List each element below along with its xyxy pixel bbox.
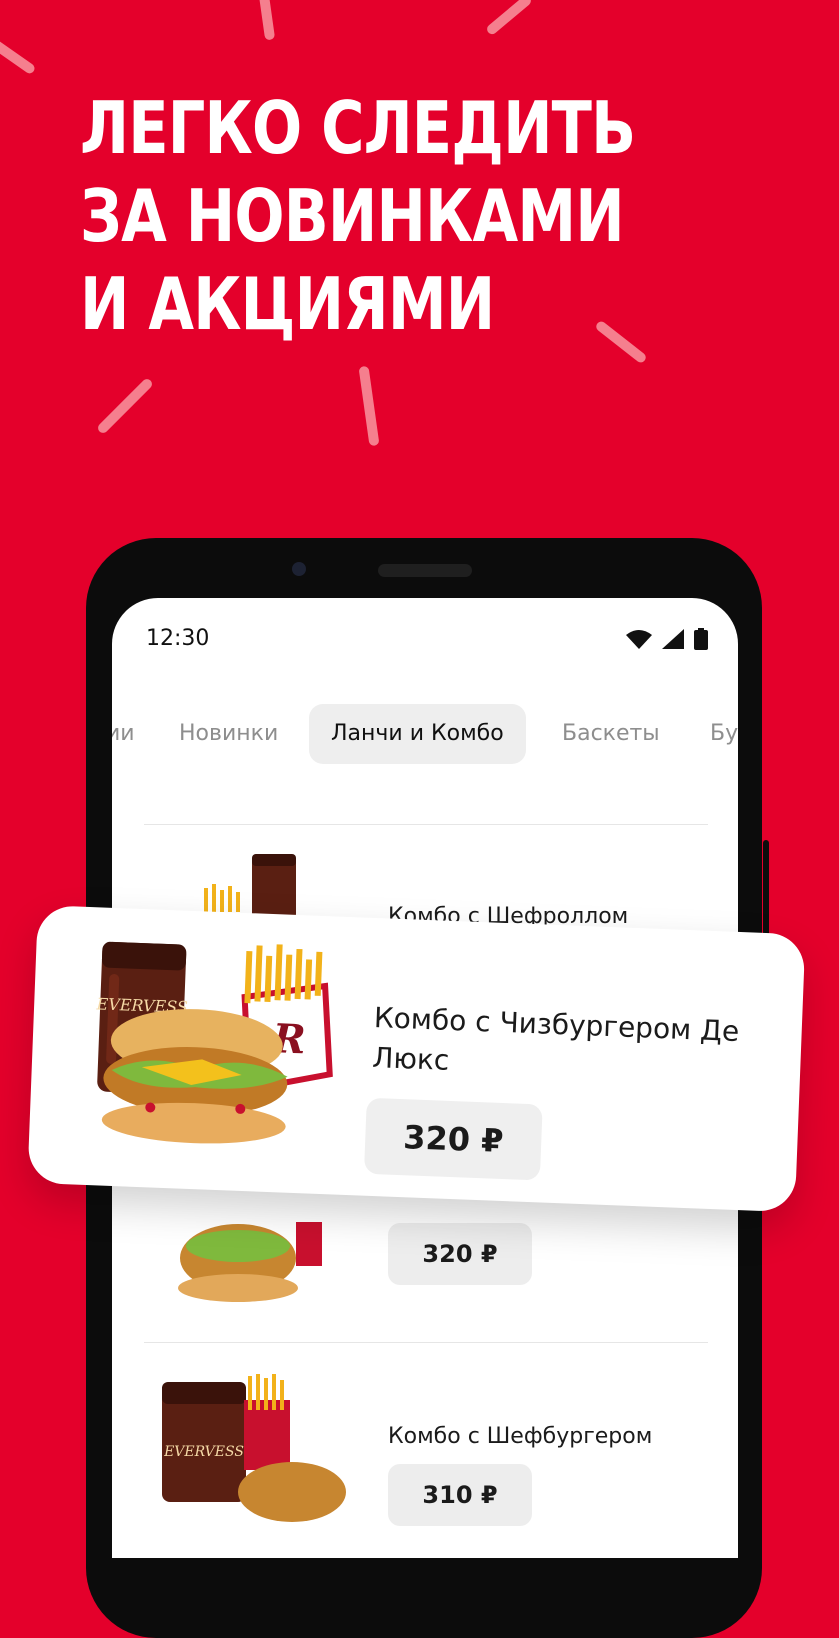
signal-icon <box>662 629 684 649</box>
headline-line: ЛЕГКО СЛЕДИТЬ <box>80 86 636 170</box>
item-title: Комбо с Шефбургером <box>388 1424 653 1449</box>
confetti-strip <box>96 377 154 435</box>
item-price[interactable]: 310 ₽ <box>388 1464 532 1526</box>
front-camera <box>292 562 306 576</box>
earpiece-speaker <box>378 564 472 577</box>
combo-image: EVERVESS R <box>95 941 333 1144</box>
page-headline: ЛЕГКО СЛЕДИТЬ ЗА НОВИНКАМИ И АКЦИЯМИ <box>80 84 636 348</box>
tab-partial-left[interactable]: ии <box>112 704 135 764</box>
combo-image: EVERVESS <box>162 1374 346 1522</box>
combo-image <box>178 1222 322 1302</box>
tab-baskets[interactable]: Баскеты <box>562 704 660 764</box>
tab-lunches-combo[interactable]: Ланчи и Комбо <box>309 704 526 764</box>
confetti-strip <box>258 0 276 41</box>
status-icons <box>626 628 708 650</box>
divider <box>144 1342 708 1343</box>
wifi-icon <box>626 630 652 649</box>
cup-label: EVERVESS <box>163 1444 244 1460</box>
headline-line: ЗА НОВИНКАМИ <box>80 174 625 258</box>
divider <box>144 824 708 825</box>
battery-icon <box>694 628 708 650</box>
featured-title: Комбо с Чизбургером Де Люкс <box>371 1000 740 1077</box>
featured-price-button[interactable]: 320 ₽ <box>363 1097 543 1181</box>
category-tabs: ии Новинки Ланчи и Комбо Баскеты Бу <box>112 704 738 764</box>
confetti-strip <box>485 0 533 37</box>
tab-partial-right[interactable]: Бу <box>710 704 738 764</box>
confetti-strip <box>0 32 37 76</box>
tab-novinki[interactable]: Новинки <box>179 704 278 764</box>
status-time: 12:30 <box>146 626 210 651</box>
headline-line: И АКЦИЯМИ <box>80 262 495 346</box>
item-price[interactable]: 320 ₽ <box>388 1223 532 1285</box>
confetti-strip <box>358 365 380 447</box>
featured-product-card[interactable]: EVERVESS R Комбо с Чизбургером Де Люкс 3… <box>27 905 806 1213</box>
